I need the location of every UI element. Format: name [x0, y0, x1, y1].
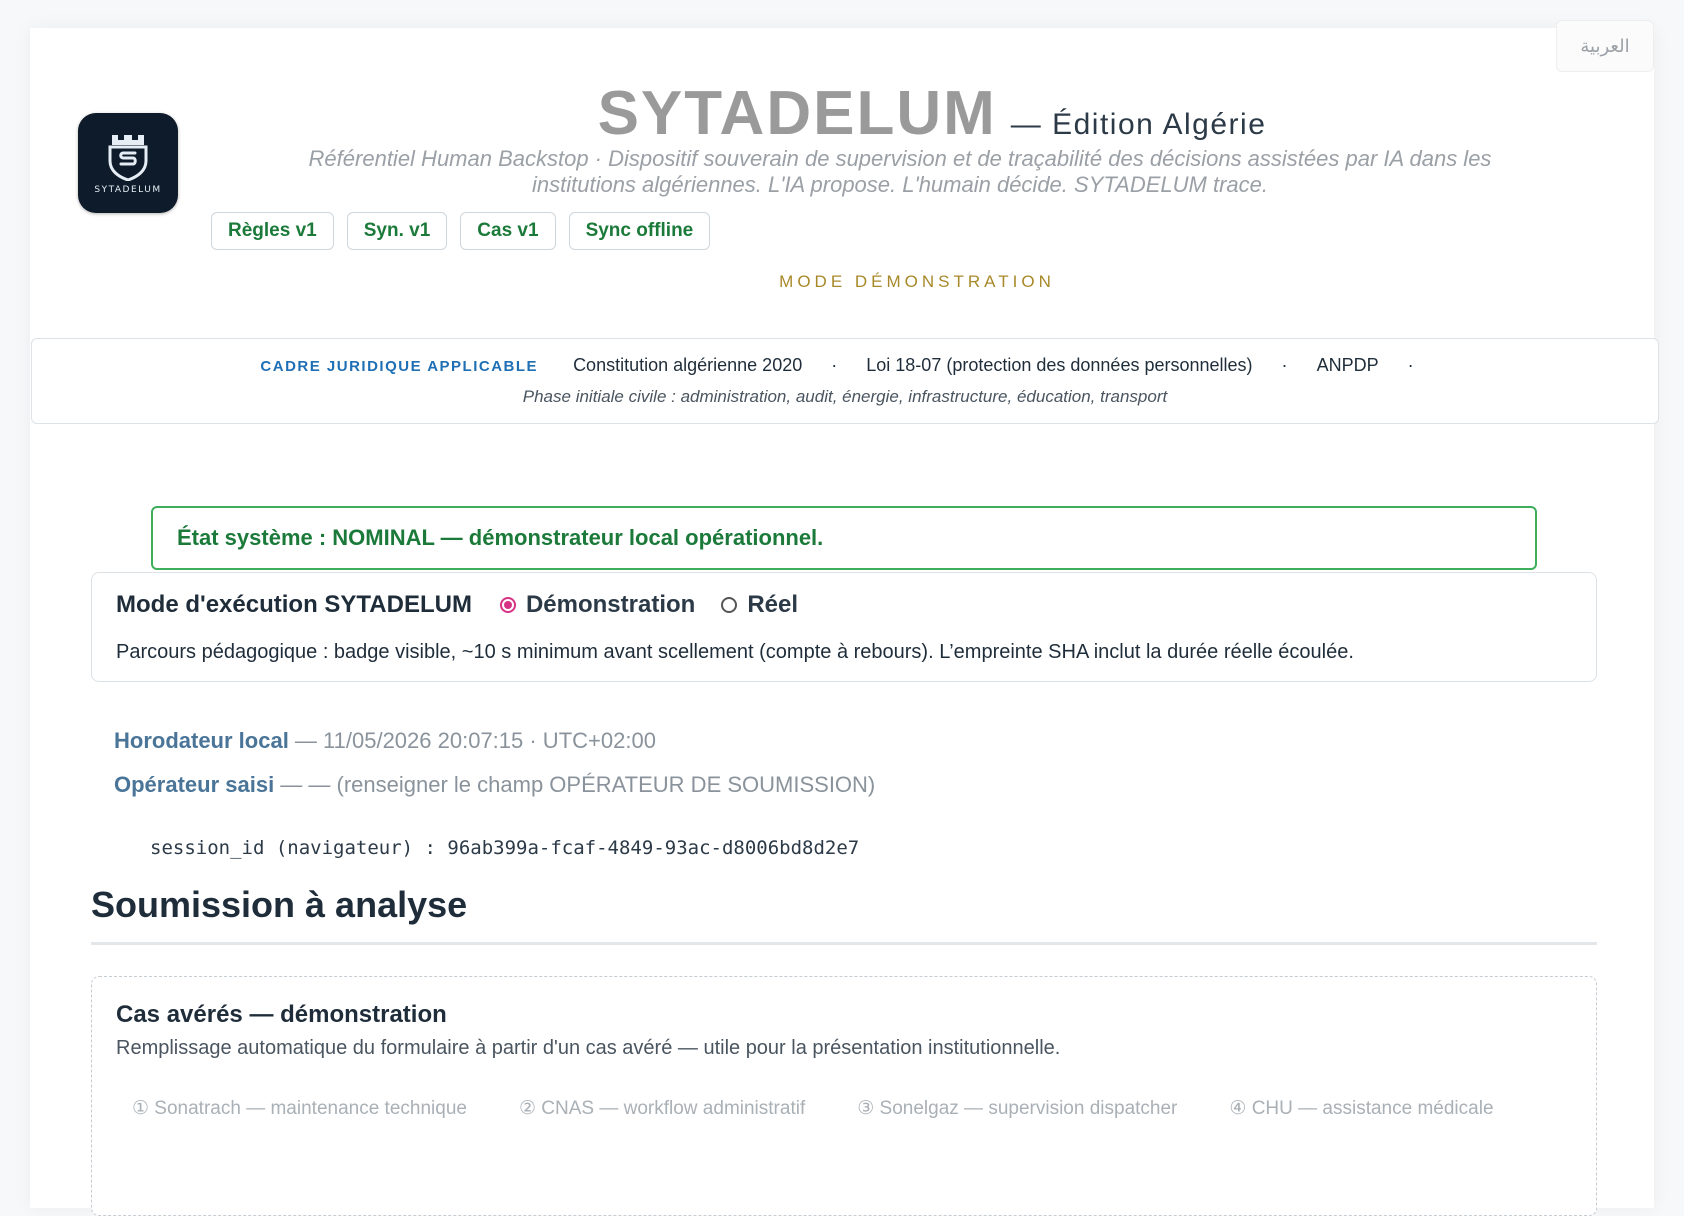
execution-mode-description: Parcours pédagogique : badge visible, ~1…	[116, 641, 1354, 663]
language-switch-button[interactable]: العربية	[1556, 20, 1654, 72]
system-status-banner: État système : NOMINAL — démonstrateur l…	[151, 506, 1537, 570]
badge-rules: Règles v1	[211, 212, 334, 250]
badge-syn: Syn. v1	[346, 212, 448, 250]
local-timestamp: Horodateur local — 11/05/2026 20:07:15 ·…	[114, 728, 656, 754]
execution-mode-row: Mode d'exécution SYTADELUM Démonstration…	[116, 591, 824, 619]
session-id: session_id (navigateur) : 96ab399a-fcaf-…	[150, 837, 860, 859]
section-divider	[91, 942, 1597, 945]
execution-mode-title: Mode d'exécution SYTADELUM	[116, 591, 472, 618]
case-sonelgaz[interactable]: ③ Sonelgaz — supervision dispatcher	[857, 1097, 1177, 1120]
logo-wordmark: SYTADELUM	[94, 185, 162, 195]
case-sonatrach[interactable]: ① Sonatrach — maintenance technique	[132, 1097, 467, 1120]
submission-section-title: Soumission à analyse	[91, 884, 468, 925]
demo-cases-description: Remplissage automatique du formulaire à …	[116, 1037, 1061, 1059]
version-badges: Règles v1 Syn. v1 Cas v1 Sync offline	[211, 212, 711, 250]
case-cnas[interactable]: ② CNAS — workflow administratif	[519, 1097, 805, 1120]
badge-cases: Cas v1	[460, 212, 556, 250]
radio-real-label: Réel	[747, 591, 799, 618]
mode-indicator: MODE DÉMONSTRATION	[779, 272, 1055, 291]
legal-framework-panel: CADRE JURIDIQUE APPLICABLE Constitution …	[31, 338, 1659, 424]
badge-sync-offline: Sync offline	[568, 212, 711, 250]
demo-cases-list: ① Sonatrach — maintenance technique ② CN…	[132, 1097, 1494, 1120]
operator-value: — — (renseigner le champ OPÉRATEUR DE SO…	[274, 772, 876, 797]
subtitle-line-1: Référentiel Human Backstop · Dispositif …	[308, 146, 1492, 171]
system-status-text: État système : NOMINAL — démonstrateur l…	[177, 525, 824, 550]
radio-demonstration-label: Démonstration	[525, 591, 696, 618]
separator: ·	[1281, 355, 1288, 375]
operator-info: Opérateur saisi — — (renseigner le champ…	[114, 772, 875, 798]
separator: ·	[1407, 355, 1414, 375]
brand-title: SYTADELUM	[597, 79, 997, 148]
operator-label: Opérateur saisi	[114, 772, 275, 797]
subtitle-line-2: institutions algériennes. L'IA propose. …	[531, 172, 1268, 197]
local-timestamp-value: — 11/05/2026 20:07:15 · UTC+02:00	[288, 728, 656, 753]
legal-framework-label: CADRE JURIDIQUE APPLICABLE	[260, 358, 539, 375]
legal-item-law: Loi 18-07 (protection des données person…	[866, 355, 1253, 375]
subtitle: Référentiel Human Backstop · Dispositif …	[240, 146, 1560, 198]
radio-demonstration-indicator[interactable]	[499, 597, 516, 613]
edition-label: — Édition Algérie	[1010, 108, 1267, 141]
execution-mode-panel: Mode d'exécution SYTADELUM Démonstration…	[91, 572, 1597, 682]
local-timestamp-label: Horodateur local	[114, 728, 289, 753]
radio-demonstration[interactable]: Démonstration	[499, 591, 696, 619]
radio-real-indicator[interactable]	[721, 597, 738, 613]
separator: ·	[831, 355, 838, 375]
legal-item-anpdp: ANPDP	[1316, 355, 1379, 375]
legal-framework-row: CADRE JURIDIQUE APPLICABLE Constitution …	[32, 355, 1658, 376]
case-chu[interactable]: ④ CHU — assistance médicale	[1229, 1097, 1493, 1120]
radio-real[interactable]: Réel	[721, 591, 798, 619]
demo-cases-title: Cas avérés — démonstration	[116, 1001, 447, 1028]
page-title: SYTADELUM — Édition Algérie	[0, 78, 1684, 149]
legal-phase-text: Phase initiale civile : administration, …	[522, 387, 1168, 406]
demo-cases-panel: Cas avérés — démonstration Remplissage a…	[91, 976, 1597, 1216]
legal-item-constitution: Constitution algérienne 2020	[573, 355, 803, 375]
